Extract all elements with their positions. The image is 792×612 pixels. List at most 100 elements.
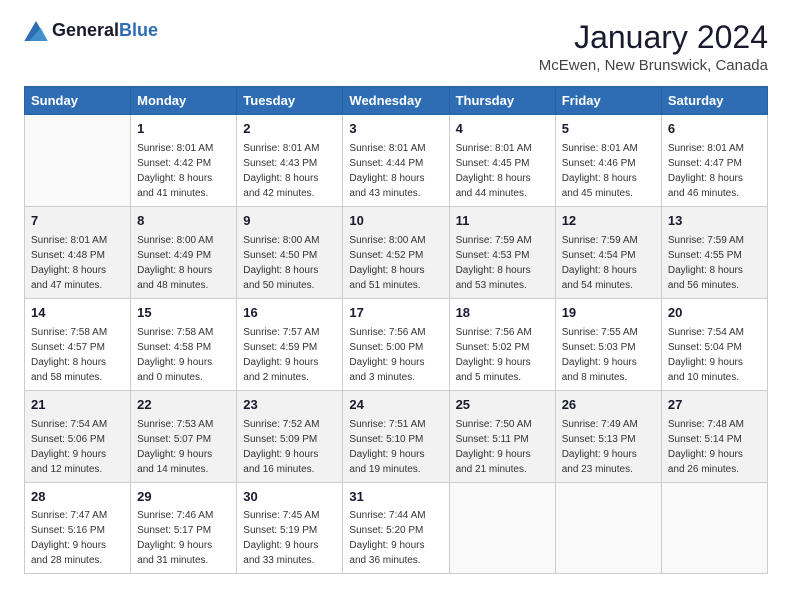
day-number: 2 [243,120,336,139]
day-detail: Sunrise: 7:56 AMSunset: 5:00 PMDaylight:… [349,325,442,385]
day-detail: Sunrise: 7:53 AMSunset: 5:07 PMDaylight:… [137,417,230,477]
day-number: 15 [137,304,230,323]
day-cell [555,482,661,574]
day-cell: 7 Sunrise: 8:01 AMSunset: 4:48 PMDaylight… [25,207,131,299]
calendar-subtitle: McEwen, New Brunswick, Canada [539,57,768,74]
day-cell: 17 Sunrise: 7:56 AMSunset: 5:00 PMDayligh… [343,298,449,390]
logo-icon [24,21,48,41]
header-cell-friday: Friday [555,87,661,115]
day-number: 27 [668,396,761,415]
day-cell: 22 Sunrise: 7:53 AMSunset: 5:07 PMDayligh… [131,390,237,482]
day-detail: Sunrise: 7:56 AMSunset: 5:02 PMDaylight:… [456,325,549,385]
header-row: SundayMondayTuesdayWednesdayThursdayFrid… [25,87,768,115]
day-detail: Sunrise: 8:01 AMSunset: 4:45 PMDaylight:… [456,141,549,201]
day-detail: Sunrise: 7:48 AMSunset: 5:14 PMDaylight:… [668,417,761,477]
day-number: 28 [31,488,124,507]
day-detail: Sunrise: 7:57 AMSunset: 4:59 PMDaylight:… [243,325,336,385]
week-row-1: 7 Sunrise: 8:01 AMSunset: 4:48 PMDaylight… [25,207,768,299]
day-detail: Sunrise: 8:01 AMSunset: 4:48 PMDaylight:… [31,233,124,293]
day-cell: 11Sunrise: 7:59 AMSunset: 4:53 PMDayligh… [449,207,555,299]
calendar-body: 1 Sunrise: 8:01 AMSunset: 4:42 PMDaylight… [25,115,768,574]
day-detail: Sunrise: 7:59 AMSunset: 4:54 PMDaylight:… [562,233,655,293]
day-cell: 14Sunrise: 7:58 AMSunset: 4:57 PMDayligh… [25,298,131,390]
day-cell: 5Sunrise: 8:01 AMSunset: 4:46 PMDaylight… [555,115,661,207]
day-number: 17 [349,304,442,323]
day-cell: 23 Sunrise: 7:52 AMSunset: 5:09 PMDayligh… [237,390,343,482]
day-detail: Sunrise: 7:49 AMSunset: 5:13 PMDaylight:… [562,417,655,477]
day-detail: Sunrise: 8:00 AMSunset: 4:52 PMDaylight:… [349,233,442,293]
day-number: 4 [456,120,549,139]
day-detail: Sunrise: 7:54 AMSunset: 5:04 PMDaylight:… [668,325,761,385]
day-detail: Sunrise: 7:44 AMSunset: 5:20 PMDaylight:… [349,508,442,568]
day-detail: Sunrise: 8:01 AMSunset: 4:43 PMDaylight:… [243,141,336,201]
week-row-4: 28Sunrise: 7:47 AMSunset: 5:16 PMDayligh… [25,482,768,574]
day-number: 1 [137,120,230,139]
day-number: 13 [668,212,761,231]
day-cell: 26 Sunrise: 7:49 AMSunset: 5:13 PMDayligh… [555,390,661,482]
day-cell: 4 Sunrise: 8:01 AMSunset: 4:45 PMDaylight… [449,115,555,207]
day-number: 22 [137,396,230,415]
logo-text-blue: Blue [119,20,158,40]
day-detail: Sunrise: 8:00 AMSunset: 4:50 PMDaylight:… [243,233,336,293]
calendar-table: SundayMondayTuesdayWednesdayThursdayFrid… [24,86,768,574]
day-cell: 6 Sunrise: 8:01 AMSunset: 4:47 PMDaylight… [661,115,767,207]
day-number: 6 [668,120,761,139]
header-cell-wednesday: Wednesday [343,87,449,115]
day-detail: Sunrise: 8:01 AMSunset: 4:47 PMDaylight:… [668,141,761,201]
day-number: 19 [562,304,655,323]
day-number: 7 [31,212,124,231]
header-cell-saturday: Saturday [661,87,767,115]
day-cell: 8 Sunrise: 8:00 AMSunset: 4:49 PMDaylight… [131,207,237,299]
day-cell [25,115,131,207]
day-cell: 20Sunrise: 7:54 AMSunset: 5:04 PMDayligh… [661,298,767,390]
day-number: 29 [137,488,230,507]
day-detail: Sunrise: 8:01 AMSunset: 4:42 PMDaylight:… [137,141,230,201]
day-cell [449,482,555,574]
day-detail: Sunrise: 7:59 AMSunset: 4:53 PMDaylight:… [456,233,549,293]
day-cell: 12 Sunrise: 7:59 AMSunset: 4:54 PMDayligh… [555,207,661,299]
header-cell-thursday: Thursday [449,87,555,115]
day-detail: Sunrise: 7:52 AMSunset: 5:09 PMDaylight:… [243,417,336,477]
day-cell [661,482,767,574]
day-detail: Sunrise: 7:47 AMSunset: 5:16 PMDaylight:… [31,508,124,568]
day-detail: Sunrise: 8:01 AMSunset: 4:44 PMDaylight:… [349,141,442,201]
day-cell: 24Sunrise: 7:51 AMSunset: 5:10 PMDayligh… [343,390,449,482]
day-number: 25 [456,396,549,415]
day-detail: Sunrise: 7:54 AMSunset: 5:06 PMDaylight:… [31,417,124,477]
day-detail: Sunrise: 8:01 AMSunset: 4:46 PMDaylight:… [562,141,655,201]
day-cell: 19Sunrise: 7:55 AMSunset: 5:03 PMDayligh… [555,298,661,390]
day-detail: Sunrise: 7:58 AMSunset: 4:58 PMDaylight:… [137,325,230,385]
day-number: 30 [243,488,336,507]
day-cell: 16 Sunrise: 7:57 AMSunset: 4:59 PMDayligh… [237,298,343,390]
day-detail: Sunrise: 8:00 AMSunset: 4:49 PMDaylight:… [137,233,230,293]
day-cell: 9Sunrise: 8:00 AMSunset: 4:50 PMDaylight… [237,207,343,299]
header-cell-tuesday: Tuesday [237,87,343,115]
header-cell-monday: Monday [131,87,237,115]
day-number: 26 [562,396,655,415]
day-cell: 15 Sunrise: 7:58 AMSunset: 4:58 PMDayligh… [131,298,237,390]
week-row-3: 21Sunrise: 7:54 AMSunset: 5:06 PMDayligh… [25,390,768,482]
day-cell: 21Sunrise: 7:54 AMSunset: 5:06 PMDayligh… [25,390,131,482]
page-header: GeneralBlue January 2024 McEwen, New Bru… [24,20,768,74]
day-detail: Sunrise: 7:45 AMSunset: 5:19 PMDaylight:… [243,508,336,568]
day-number: 23 [243,396,336,415]
day-cell: 13Sunrise: 7:59 AMSunset: 4:55 PMDayligh… [661,207,767,299]
day-number: 31 [349,488,442,507]
day-cell: 30Sunrise: 7:45 AMSunset: 5:19 PMDayligh… [237,482,343,574]
week-row-2: 14Sunrise: 7:58 AMSunset: 4:57 PMDayligh… [25,298,768,390]
logo: GeneralBlue [24,20,158,41]
day-detail: Sunrise: 7:50 AMSunset: 5:11 PMDaylight:… [456,417,549,477]
day-number: 16 [243,304,336,323]
logo-wordmark: GeneralBlue [52,20,158,41]
day-cell: 3Sunrise: 8:01 AMSunset: 4:44 PMDaylight… [343,115,449,207]
day-number: 12 [562,212,655,231]
day-cell: 18Sunrise: 7:56 AMSunset: 5:02 PMDayligh… [449,298,555,390]
day-number: 14 [31,304,124,323]
day-number: 8 [137,212,230,231]
logo-text-general: General [52,20,119,40]
day-number: 10 [349,212,442,231]
day-cell: 25 Sunrise: 7:50 AMSunset: 5:11 PMDayligh… [449,390,555,482]
day-cell: 29Sunrise: 7:46 AMSunset: 5:17 PMDayligh… [131,482,237,574]
calendar-title-area: January 2024 McEwen, New Brunswick, Cana… [539,20,768,74]
day-number: 24 [349,396,442,415]
